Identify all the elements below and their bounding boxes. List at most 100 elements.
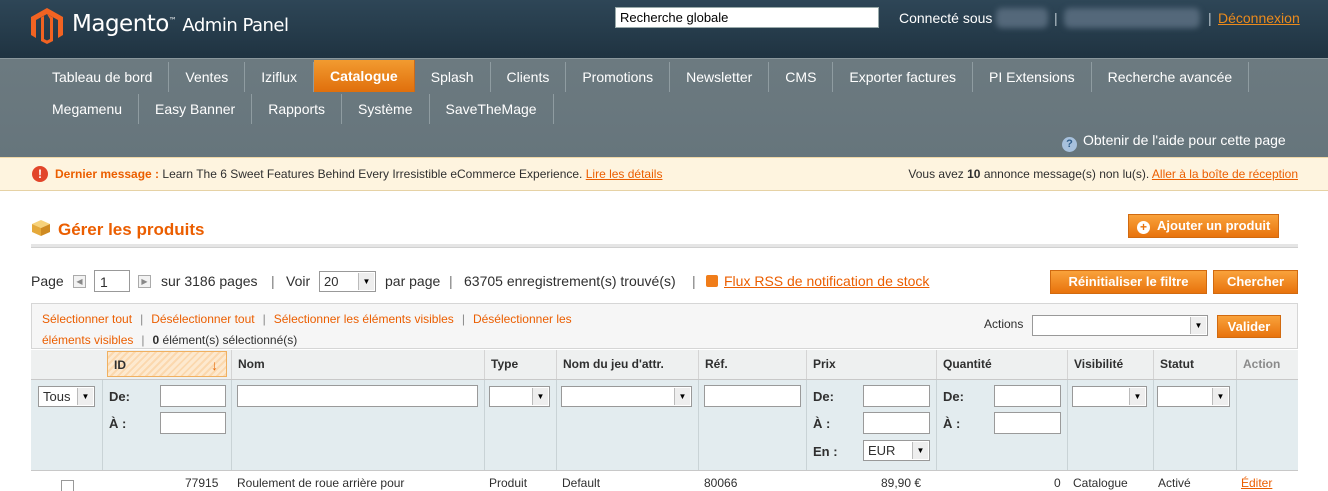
currency-select[interactable]: EUR ▼	[863, 440, 930, 461]
nav-item-customers[interactable]: Clients	[491, 62, 567, 92]
cell-status: Activé	[1158, 476, 1191, 490]
records-found: 63705 enregistrement(s) trouvé(s)	[464, 273, 676, 289]
col-price[interactable]: Prix	[806, 350, 936, 379]
qty-from-input[interactable]	[994, 385, 1061, 407]
page-number-input[interactable]: 1	[94, 270, 130, 292]
alert-icon: !	[32, 166, 48, 182]
row-checkbox[interactable]	[61, 480, 74, 491]
product-box-icon	[32, 220, 50, 236]
nav-item-export-invoices[interactable]: Exporter factures	[833, 62, 974, 92]
status-filter-select[interactable]: ▼	[1157, 386, 1230, 407]
nav-item-pi-extensions[interactable]: PI Extensions	[973, 62, 1092, 92]
nav-item-reports[interactable]: Rapports	[252, 94, 343, 124]
qty-to-input[interactable]	[994, 412, 1061, 434]
col-visibility[interactable]: Visibilité	[1067, 350, 1153, 379]
edit-link[interactable]: Éditer	[1241, 476, 1272, 490]
logout-link[interactable]: Déconnexion	[1218, 10, 1300, 26]
qty-from-label: De:	[943, 389, 964, 404]
nav-item-sales[interactable]: Ventes	[169, 62, 246, 92]
view-label: Voir	[286, 273, 311, 289]
qty-to-label: À :	[943, 416, 961, 431]
price-from-input[interactable]	[863, 385, 930, 407]
latest-message: Dernier message : Learn The 6 Sweet Feat…	[55, 167, 662, 181]
search-button[interactable]: Chercher	[1213, 270, 1298, 294]
latest-message-text: Learn The 6 Sweet Features Behind Every …	[162, 167, 583, 181]
nav-item-megamenu[interactable]: Megamenu	[36, 94, 140, 124]
unread-text-after: annonce message(s) non lu(s).	[983, 167, 1150, 181]
mass-action-links: Sélectionner tout | Désélectionner tout | Sé…	[42, 312, 572, 347]
inbox-link[interactable]: Aller à la boîte de réception	[1152, 167, 1298, 181]
nav-item-iziflux[interactable]: Iziflux	[245, 62, 315, 92]
submit-action-button[interactable]: Valider	[1217, 315, 1281, 338]
table-row[interactable]: 77915 Roulement de roue arrière pour Pro…	[31, 471, 1298, 491]
title-divider	[31, 244, 1298, 248]
nav-item-catalog[interactable]: Catalogue	[314, 60, 415, 92]
plus-icon: +	[1137, 221, 1150, 234]
chevron-down-icon: ▼	[532, 388, 548, 405]
rss-stock-link[interactable]: Flux RSS de notification de stock	[724, 271, 929, 291]
col-quantity[interactable]: Quantité	[936, 350, 1067, 379]
id-to-input[interactable]	[160, 412, 226, 434]
mass-action-bar: Sélectionner tout | Désélectionner tout | Sé…	[31, 303, 1298, 349]
col-attribute-set[interactable]: Nom du jeu d'attr.	[556, 350, 698, 379]
actions-select[interactable]: ▼	[1032, 315, 1208, 336]
name-filter-input[interactable]	[237, 385, 478, 407]
grid-header: ID ↓ Nom Type Nom du jeu d'attr. Réf. Pri…	[31, 350, 1298, 380]
chevron-down-icon: ▼	[1190, 317, 1206, 334]
prev-page-icon[interactable]: ◀	[73, 275, 86, 288]
nav-item-advanced-search[interactable]: Recherche avancée	[1092, 62, 1250, 92]
massaction-filter-select[interactable]: Tous ▼	[38, 386, 95, 407]
nav-item-dashboard[interactable]: Tableau de bord	[36, 62, 170, 92]
header-separator: |	[1208, 10, 1212, 26]
pager-separator: |	[449, 273, 453, 289]
per-page-label: par page	[385, 273, 441, 289]
col-sku[interactable]: Réf.	[698, 350, 806, 379]
per-page-select[interactable]: 20 ▼	[319, 271, 376, 292]
total-pages: sur 3186 pages	[161, 273, 258, 289]
add-product-button[interactable]: + Ajouter un produit	[1128, 214, 1280, 238]
cell-name: Roulement de roue arrière pour	[237, 476, 405, 490]
sku-filter-input[interactable]	[704, 385, 801, 407]
id-from-input[interactable]	[160, 385, 226, 407]
help-link[interactable]: ? Obtenir de l'aide pour cette page	[1062, 132, 1286, 152]
attribute-set-filter-select[interactable]: ▼	[561, 386, 692, 407]
nav-item-system[interactable]: Système	[342, 94, 430, 124]
pager-separator: |	[271, 273, 275, 289]
nav-row-1: Tableau de bord Ventes Iziflux Catalogue…	[36, 60, 1250, 92]
select-visible-link[interactable]: Sélectionner les éléments visibles	[274, 312, 454, 326]
nav-item-promotions[interactable]: Promotions	[566, 62, 671, 92]
type-filter-select[interactable]: ▼	[489, 386, 550, 407]
nav-item-easy-banner[interactable]: Easy Banner	[139, 94, 253, 124]
col-action: Action	[1236, 350, 1298, 379]
next-page-icon[interactable]: ▶	[138, 275, 151, 288]
col-status[interactable]: Statut	[1153, 350, 1236, 379]
reset-filter-button[interactable]: Réinitialiser le filtre	[1050, 270, 1207, 294]
chevron-down-icon: ▼	[358, 273, 374, 290]
unread-messages: Vous avez 10 annonce message(s) non lu(s…	[908, 167, 1298, 181]
select-all-link[interactable]: Sélectionner tout	[42, 312, 132, 326]
username-redacted	[996, 8, 1048, 28]
col-type[interactable]: Type	[484, 350, 556, 379]
magento-logo-icon	[31, 8, 63, 44]
col-name[interactable]: Nom	[231, 350, 484, 379]
col-id[interactable]: ID ↓	[107, 351, 227, 377]
visibility-filter-select[interactable]: ▼	[1072, 386, 1147, 407]
price-to-label: À :	[813, 416, 831, 431]
nav-item-newsletter[interactable]: Newsletter	[670, 62, 770, 92]
nav-item-cms[interactable]: CMS	[769, 62, 834, 92]
logo-title: Magento™ Admin Panel	[72, 11, 289, 37]
chevron-down-icon: ▼	[1212, 388, 1228, 405]
per-page-value: 20	[324, 274, 339, 289]
nav-item-savethemage[interactable]: SaveTheMage	[430, 94, 554, 124]
help-icon: ?	[1062, 137, 1077, 152]
nav-item-splash[interactable]: Splash	[415, 62, 491, 92]
price-to-input[interactable]	[863, 412, 930, 434]
read-details-link[interactable]: Lire les détails	[586, 167, 663, 181]
unselect-all-link[interactable]: Désélectionner tout	[151, 312, 254, 326]
main-navigation: Tableau de bord Ventes Iziflux Catalogue…	[0, 58, 1328, 157]
page-label: Page	[31, 273, 64, 289]
admin-header: Magento™ Admin Panel Recherche globale Co…	[0, 0, 1328, 58]
notification-bar: ! Dernier message : Learn The 6 Sweet Fe…	[0, 157, 1328, 191]
global-search-input[interactable]: Recherche globale	[615, 7, 879, 28]
logged-in-label: Connecté sous	[899, 10, 993, 26]
